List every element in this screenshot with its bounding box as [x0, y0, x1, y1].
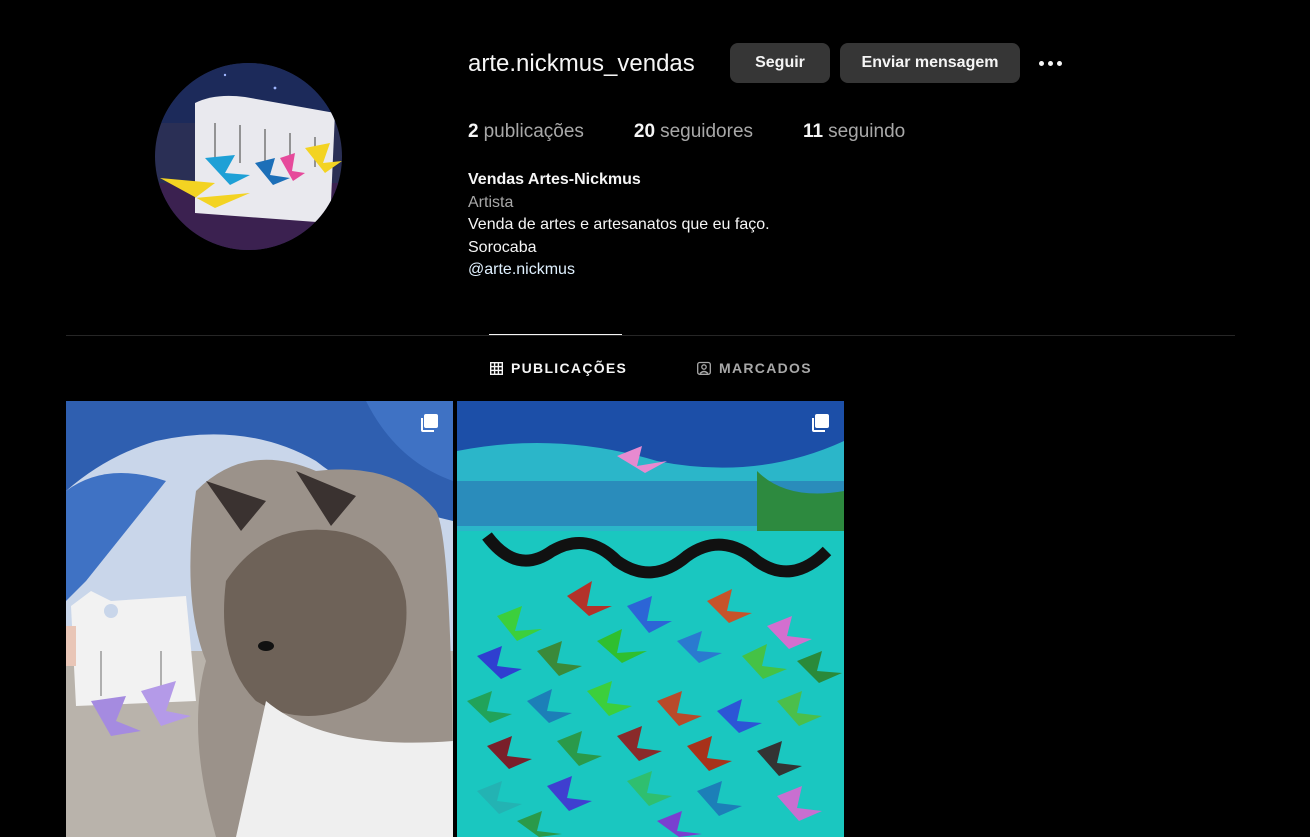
follow-button[interactable]: Seguir	[730, 43, 830, 83]
post-image	[66, 401, 453, 837]
dot	[1056, 60, 1062, 66]
tab-posts-label: PUBLICAÇÕES	[511, 360, 628, 376]
bio-linked-handle[interactable]: @arte.nickmus	[468, 259, 770, 282]
tagged-icon	[697, 361, 711, 375]
following-stat[interactable]: 11 seguindo	[803, 121, 905, 143]
dot	[1047, 60, 1053, 66]
bio-location: Sorocaba	[468, 238, 537, 256]
send-message-button[interactable]: Enviar mensagem	[840, 43, 1020, 83]
grid-icon	[490, 361, 503, 375]
bio-name: Vendas Artes-Nickmus	[468, 171, 641, 188]
username: arte.nickmus_vendas	[468, 50, 695, 77]
carousel-icon	[812, 414, 829, 432]
following-count: 11	[803, 121, 824, 142]
followers-stat[interactable]: 20 seguidores	[634, 121, 753, 143]
dot	[1038, 60, 1044, 66]
posts-stat[interactable]: 2 publicações	[468, 121, 584, 143]
posts-label: publicações	[483, 121, 584, 142]
profile-avatar[interactable]	[155, 63, 342, 250]
tab-tagged[interactable]: MARCADOS	[697, 360, 812, 376]
avatar-image	[155, 63, 342, 250]
post-image	[457, 401, 844, 837]
posts-count: 2	[468, 121, 479, 142]
profile-stats: 2 publicações 20 seguidores 11 seguindo	[468, 121, 955, 143]
following-label: seguindo	[828, 121, 906, 142]
post-thumbnail[interactable]	[66, 401, 453, 837]
bio-category: Artista	[468, 193, 514, 211]
tab-tagged-label: MARCADOS	[719, 360, 812, 376]
bio: Vendas Artes-Nickmus Artista Venda de ar…	[468, 169, 770, 282]
followers-label: seguidores	[660, 121, 754, 142]
tabs-divider	[66, 335, 1235, 336]
active-tab-indicator	[489, 334, 622, 335]
post-thumbnail[interactable]	[457, 401, 844, 837]
followers-count: 20	[633, 121, 656, 142]
carousel-icon	[421, 414, 438, 432]
bio-description: Venda de artes e artesanatos que eu faço…	[468, 216, 770, 233]
more-options-icon[interactable]	[1034, 52, 1066, 74]
tab-posts[interactable]: PUBLICAÇÕES	[490, 360, 627, 376]
